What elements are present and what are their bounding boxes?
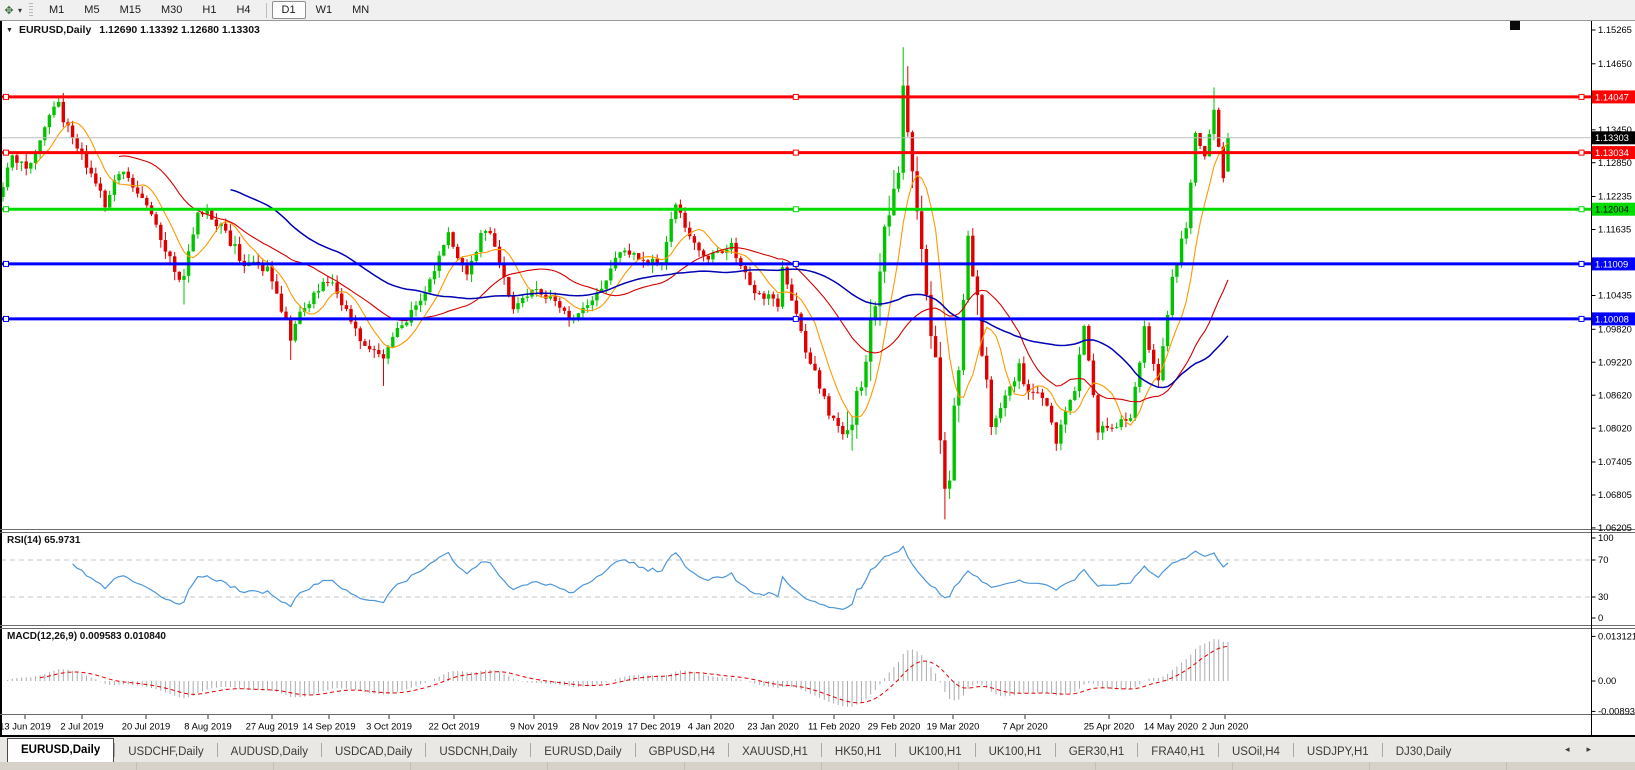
tab-scroll-left-icon[interactable]: ◂ — [1565, 744, 1570, 755]
svg-text:27 Aug 2019: 27 Aug 2019 — [246, 721, 299, 732]
timeframe-button-m5[interactable]: M5 — [74, 1, 109, 19]
svg-text:3 Oct 2019: 3 Oct 2019 — [366, 721, 412, 732]
svg-text:4 Jan 2020: 4 Jan 2020 — [688, 721, 734, 732]
svg-text:-0.00893: -0.00893 — [1598, 706, 1635, 717]
svg-text:1.10008: 1.10008 — [1595, 313, 1629, 324]
timeframe-button-m1[interactable]: M1 — [39, 1, 74, 19]
svg-text:70: 70 — [1598, 554, 1608, 565]
chevron-down-icon[interactable]: ▾ — [18, 6, 22, 15]
svg-text:1.08020: 1.08020 — [1598, 422, 1632, 433]
svg-text:1.10435: 1.10435 — [1598, 290, 1632, 301]
svg-text:1.11009: 1.11009 — [1595, 258, 1628, 269]
chart-tab-bar: EURUSD,DailyUSDCHF,DailyAUDUSD,DailyUSDC… — [0, 737, 1635, 762]
timeframe-buttons: M1M5M15M30H1H4 D1W1MN — [39, 1, 379, 19]
svg-text:0: 0 — [1598, 612, 1603, 623]
svg-text:8 Aug 2019: 8 Aug 2019 — [184, 721, 231, 732]
chart-title: ▼ EURUSD,Daily 1.12690 1.13392 1.12680 1… — [6, 24, 260, 36]
svg-text:30: 30 — [1598, 591, 1608, 602]
timeframe-button-m15[interactable]: M15 — [110, 1, 151, 19]
svg-text:2 Jun 2020: 2 Jun 2020 — [1202, 721, 1248, 732]
tab-hk50-h1[interactable]: HK50,H1 — [822, 742, 895, 762]
svg-text:1.14650: 1.14650 — [1598, 58, 1632, 69]
tab-ger30-h1[interactable]: GER30,H1 — [1056, 742, 1138, 762]
svg-text:2 Jul 2019: 2 Jul 2019 — [60, 721, 103, 732]
svg-text:1.13034: 1.13034 — [1595, 147, 1629, 158]
macd-indicator-label: MACD(12,26,9) 0.009583 0.010840 — [7, 631, 166, 642]
svg-text:14 May 2020: 14 May 2020 — [1144, 721, 1198, 732]
tab-usoil-h4[interactable]: USOil,H4 — [1219, 742, 1293, 762]
chart-ohlc-quote: 1.12690 1.13392 1.12680 1.13303 — [99, 24, 260, 36]
tab-audusd-daily[interactable]: AUDUSD,Daily — [218, 742, 321, 762]
svg-text:1.07405: 1.07405 — [1598, 456, 1632, 467]
svg-text:0.013121: 0.013121 — [1598, 631, 1635, 642]
toolbar-grip[interactable] — [29, 3, 33, 17]
bottom-strip — [0, 762, 1635, 770]
svg-text:1.11635: 1.11635 — [1598, 224, 1631, 235]
svg-text:17 Dec 2019: 17 Dec 2019 — [627, 721, 680, 732]
timeframe-button-h4[interactable]: H4 — [226, 1, 260, 19]
svg-text:14 Sep 2019: 14 Sep 2019 — [302, 721, 355, 732]
timeframe-button-d1[interactable]: D1 — [272, 1, 306, 19]
svg-text:0.00: 0.00 — [1598, 675, 1616, 686]
svg-text:25 Apr 2020: 25 Apr 2020 — [1084, 721, 1135, 732]
cursor-tool-icon[interactable]: ✥ — [2, 4, 16, 17]
tab-eurusd-daily[interactable]: EURUSD,Daily — [531, 742, 634, 762]
tab-uk100-h1[interactable]: UK100,H1 — [896, 742, 975, 762]
svg-text:1.13303: 1.13303 — [1595, 132, 1629, 143]
svg-text:29 Feb 2020: 29 Feb 2020 — [868, 721, 921, 732]
timeframe-toolbar: ✥ ▾ M1M5M15M30H1H4 D1W1MN — [0, 0, 1635, 21]
svg-text:23 Jan 2020: 23 Jan 2020 — [747, 721, 799, 732]
svg-text:100: 100 — [1598, 532, 1614, 543]
tab-uk100-h1[interactable]: UK100,H1 — [976, 742, 1055, 762]
svg-text:1.06805: 1.06805 — [1598, 489, 1632, 500]
tab-gbpusd-h4[interactable]: GBPUSD,H4 — [636, 742, 728, 762]
svg-text:22 Oct 2019: 22 Oct 2019 — [428, 721, 479, 732]
timeframe-button-mn[interactable]: MN — [342, 1, 379, 19]
chart-area[interactable]: 1.152651.146501.134501.128501.122351.116… — [0, 0, 1635, 770]
svg-text:1.08620: 1.08620 — [1598, 389, 1632, 400]
svg-text:11 Feb 2020: 11 Feb 2020 — [808, 721, 860, 732]
svg-text:13 Jun 2019: 13 Jun 2019 — [0, 721, 51, 732]
tab-dj30-daily[interactable]: DJ30,Daily — [1383, 742, 1465, 762]
tab-usdchf-daily[interactable]: USDCHF,Daily — [115, 742, 216, 762]
tab-eurusd-daily[interactable]: EURUSD,Daily — [7, 738, 114, 762]
chart-dropdown-icon[interactable]: ▼ — [6, 27, 13, 34]
chart-shift-marker[interactable] — [1510, 21, 1520, 30]
svg-text:9 Nov 2019: 9 Nov 2019 — [510, 721, 558, 732]
toolbar-separator — [266, 3, 267, 18]
tab-fra40-h1[interactable]: FRA40,H1 — [1138, 742, 1218, 762]
svg-text:19 Mar 2020: 19 Mar 2020 — [927, 721, 980, 732]
tab-usdcnh-daily[interactable]: USDCNH,Daily — [426, 742, 530, 762]
svg-text:28 Nov 2019: 28 Nov 2019 — [569, 721, 622, 732]
tab-nav: ◂ ▸ — [1565, 744, 1591, 755]
timeframe-button-m30[interactable]: M30 — [151, 1, 192, 19]
svg-text:7 Apr 2020: 7 Apr 2020 — [1002, 721, 1047, 732]
svg-text:1.15265: 1.15265 — [1598, 24, 1632, 35]
tab-scroll-right-icon[interactable]: ▸ — [1586, 744, 1591, 755]
rsi-indicator-label: RSI(14) 65.9731 — [7, 535, 80, 546]
timeframe-button-w1[interactable]: W1 — [306, 1, 343, 19]
svg-text:1.09220: 1.09220 — [1598, 356, 1632, 367]
svg-text:1.14047: 1.14047 — [1595, 91, 1629, 102]
tab-xauusd-h1[interactable]: XAUUSD,H1 — [729, 742, 821, 762]
chart-symbol-label: EURUSD,Daily — [19, 24, 91, 36]
tab-usdjpy-h1[interactable]: USDJPY,H1 — [1294, 742, 1382, 762]
svg-text:1.12004: 1.12004 — [1595, 204, 1629, 215]
svg-text:1.12235: 1.12235 — [1598, 191, 1632, 202]
tab-usdcad-daily[interactable]: USDCAD,Daily — [322, 742, 425, 762]
chart-tabs: EURUSD,DailyUSDCHF,DailyAUDUSD,DailyUSDC… — [0, 737, 1464, 762]
svg-text:20 Jul 2019: 20 Jul 2019 — [122, 721, 170, 732]
timeframe-button-h1[interactable]: H1 — [192, 1, 226, 19]
